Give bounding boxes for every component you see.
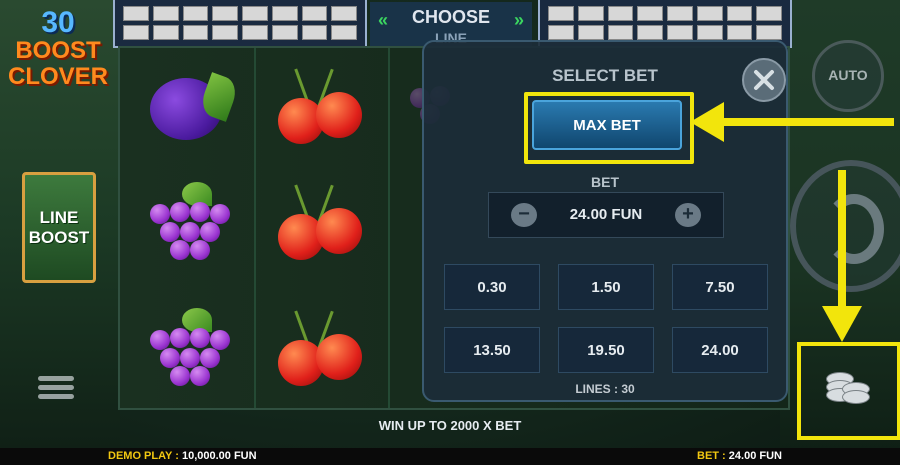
grapes-symbol: [140, 182, 250, 272]
auto-icon[interactable]: AUTO: [812, 40, 884, 112]
demo-label: DEMO PLAY :: [108, 450, 179, 462]
cherry-symbol: [270, 184, 370, 274]
bet-option[interactable]: 19.50: [558, 327, 654, 373]
logo-number: 30: [41, 6, 75, 39]
tutorial-arrow-head-down: [822, 306, 862, 342]
bet-option[interactable]: 0.30: [444, 264, 540, 310]
cherry-symbol: [270, 310, 370, 400]
logo-word-boost: BOOST: [15, 37, 101, 64]
bet-option[interactable]: 7.50: [672, 264, 768, 310]
increase-bet-button[interactable]: +: [675, 203, 701, 227]
bet-option[interactable]: 13.50: [444, 327, 540, 373]
footer-bet: BET : 24.00 FUN: [697, 450, 782, 462]
reel-divider: [254, 48, 256, 408]
bet-label: BET: [591, 174, 619, 190]
max-bet-button[interactable]: MAX BET: [532, 100, 682, 150]
line-boost-label-line1: LINE: [39, 207, 79, 227]
cherry-symbol: [270, 68, 370, 158]
game-logo: 30 BOOST CLOVER: [8, 8, 108, 108]
tutorial-arrow-vertical: [838, 170, 846, 310]
demo-balance: DEMO PLAY : 10,000.00 FUN: [108, 450, 257, 462]
line-boost-button[interactable]: LINE BOOST: [22, 172, 96, 283]
grapes-symbol: [140, 308, 250, 398]
line-boost-label-line2: BOOST: [28, 227, 90, 247]
win-up-to-text: WIN UP TO 2000 X BET: [378, 418, 522, 433]
close-icon[interactable]: [742, 58, 786, 102]
logo-word-clover: CLOVER: [8, 63, 109, 90]
tutorial-arrow-horizontal: [722, 118, 894, 126]
choose-line-title: CHOOSE: [411, 7, 490, 27]
select-bet-title: SELECT BET: [552, 66, 658, 85]
payline-panel-left: [113, 0, 367, 48]
coins-icon[interactable]: [826, 368, 870, 408]
chevron-right-icon: »: [513, 10, 524, 30]
lines-count: LINES : 30: [575, 382, 635, 396]
select-bet-panel: SELECT BET MAX BET BET − 24.00 FUN + 0.3…: [422, 40, 788, 402]
tutorial-arrow-head-left: [690, 102, 724, 142]
demo-value: 10,000.00 FUN: [181, 450, 257, 462]
auto-label: AUTO: [828, 67, 868, 83]
footer-bet-value: 24.00 FUN: [728, 450, 782, 462]
footer-bet-label: BET :: [697, 450, 726, 462]
footer-bar: DEMO PLAY : 10,000.00 FUN BET : 24.00 FU…: [0, 448, 900, 465]
reel-divider: [388, 48, 390, 408]
bet-option[interactable]: 1.50: [558, 264, 654, 310]
bet-option[interactable]: 24.00: [672, 327, 768, 373]
bet-stepper: − 24.00 FUN +: [488, 192, 724, 238]
plum-symbol: [132, 58, 252, 148]
menu-icon[interactable]: [38, 372, 74, 402]
